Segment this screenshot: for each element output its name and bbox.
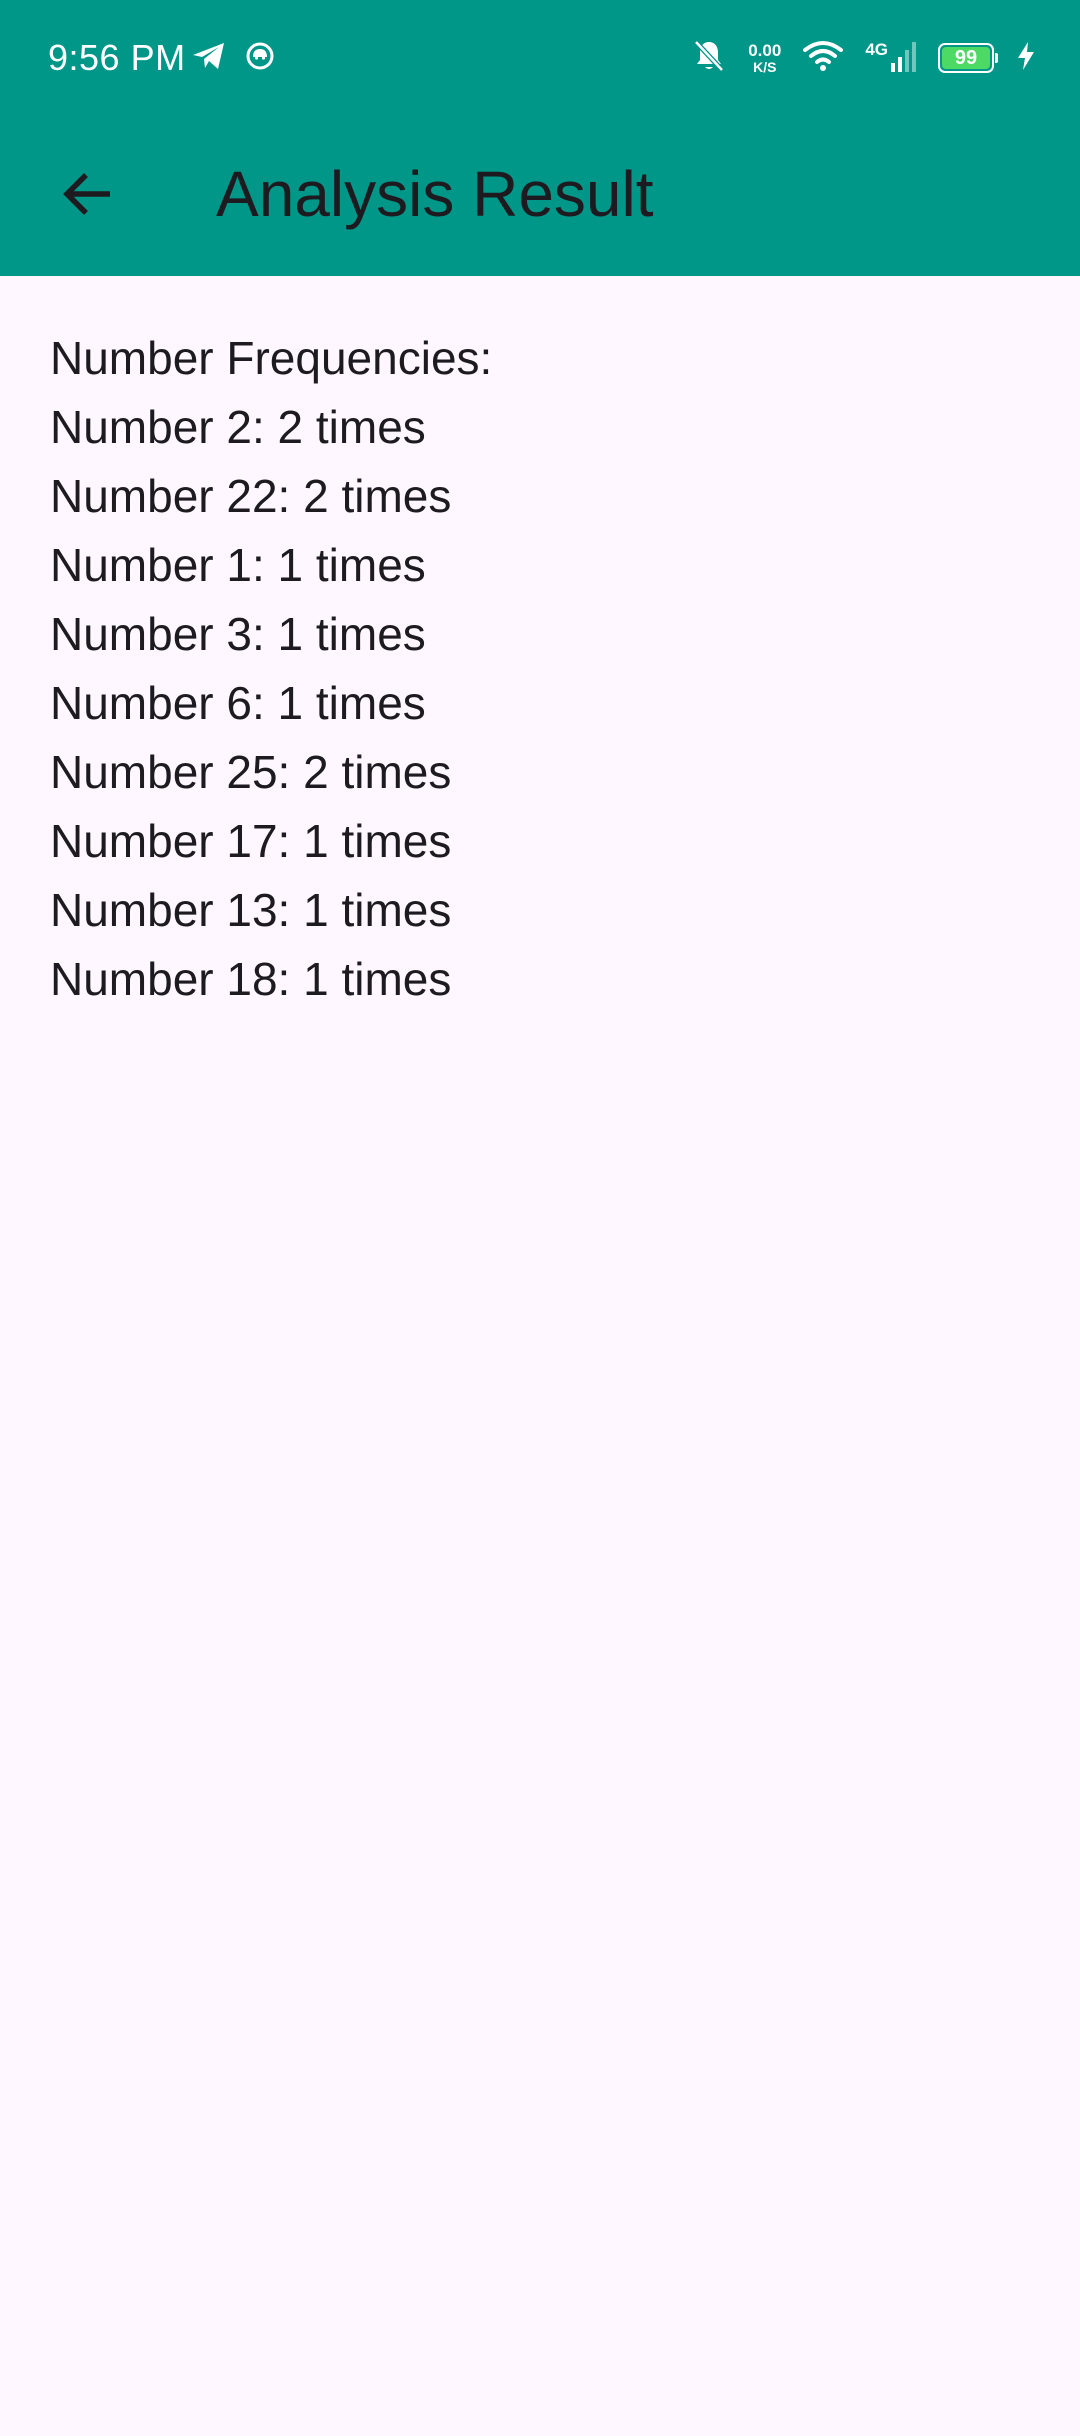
battery-icon: 99 bbox=[938, 43, 998, 73]
arrow-back-icon bbox=[60, 166, 116, 227]
frequency-item: Number 13: 1 times bbox=[50, 884, 452, 936]
frequency-item: Number 2: 2 times bbox=[50, 401, 426, 453]
frequency-item: Number 6: 1 times bbox=[50, 677, 426, 729]
app-notification-icon bbox=[244, 40, 276, 77]
cell-signal-icon bbox=[890, 39, 916, 78]
status-left-icons bbox=[192, 38, 276, 78]
notifications-off-icon bbox=[692, 38, 726, 79]
frequency-item: Number 3: 1 times bbox=[50, 608, 426, 660]
status-time: 9:56 PM bbox=[48, 37, 186, 78]
top-app-area: 9:56 PM 0.00 K/S 4G 99 Analysis Result bbox=[0, 0, 1080, 276]
network-type: 4G bbox=[865, 39, 888, 59]
wifi-icon bbox=[803, 40, 844, 77]
net-speed-value: 0.00 bbox=[748, 40, 782, 60]
network-speed: 0.00 K/S bbox=[748, 40, 782, 75]
cell-signal: 4G bbox=[865, 39, 916, 78]
telegram-icon bbox=[192, 41, 226, 76]
app-bar: Analysis Result bbox=[0, 116, 1080, 276]
frequency-item: Number 18: 1 times bbox=[50, 953, 452, 1005]
net-speed-unit: K/S bbox=[753, 58, 777, 75]
status-right-icons: 0.00 K/S 4G 99 bbox=[692, 34, 1036, 82]
analysis-results: Number Frequencies: Number 2: 2 times Nu… bbox=[50, 324, 492, 1014]
frequency-item: Number 1: 1 times bbox=[50, 539, 426, 591]
status-bar: 9:56 PM 0.00 K/S 4G 99 bbox=[0, 0, 1080, 116]
frequency-item: Number 25: 2 times bbox=[50, 746, 452, 798]
frequency-item: Number 17: 1 times bbox=[50, 815, 452, 867]
frequency-item: Number 22: 2 times bbox=[50, 470, 452, 522]
frequencies-heading: Number Frequencies: bbox=[50, 332, 493, 384]
battery-level: 99 bbox=[954, 47, 978, 69]
page-title: Analysis Result bbox=[216, 158, 654, 230]
back-button[interactable] bbox=[40, 148, 136, 244]
charging-icon bbox=[1016, 41, 1036, 76]
